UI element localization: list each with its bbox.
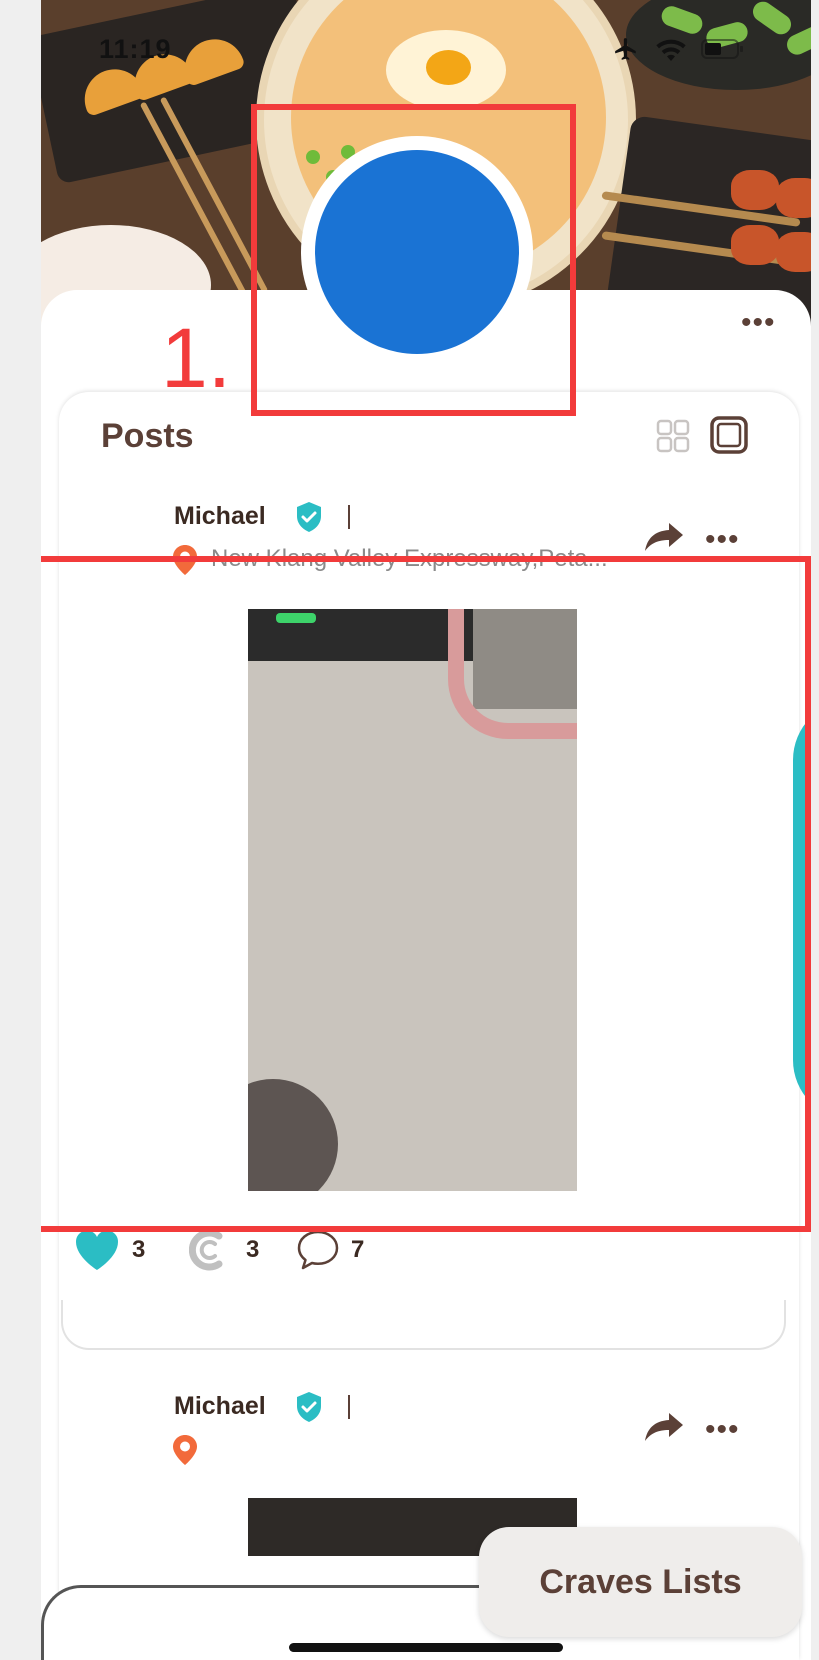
verified-badge-icon [297,502,321,532]
status-icons [611,36,745,62]
annotation-box-post [41,556,811,1232]
airplane-icon [615,38,636,60]
author-divider [348,1395,350,1419]
annotation-box-avatar [251,104,576,416]
post-author-name[interactable]: Michael [174,502,266,531]
single-view-icon[interactable] [709,415,749,455]
annotation-label: 1. [161,311,232,405]
like-count: 3 [132,1236,146,1263]
craves-lists-button[interactable]: Craves Lists [479,1527,802,1637]
post-author-name[interactable]: Michael [174,1392,266,1421]
location-pin-icon [173,1435,197,1465]
comment-count: 7 [351,1236,365,1263]
grid-view-icon[interactable] [655,418,691,454]
share-icon[interactable] [643,1410,685,1444]
crave-icon[interactable] [189,1228,229,1272]
verified-badge-icon [297,1392,321,1422]
comment-icon[interactable] [295,1228,341,1272]
share-icon[interactable] [643,520,685,554]
posts-title: Posts [101,417,194,455]
app-screen: 11:19 ••• Posts Michael New Klang Valley… [41,0,811,1660]
like-icon[interactable] [73,1228,121,1272]
post-more-icon[interactable]: ••• [705,1415,740,1445]
home-indicator [289,1643,563,1652]
post-more-icon[interactable]: ••• [705,525,740,555]
author-divider [348,505,350,529]
more-options-icon[interactable]: ••• [741,308,776,338]
status-time: 11:19 [99,34,172,64]
crave-count: 3 [246,1236,260,1263]
battery-icon [701,39,743,59]
post-card-bottom [61,1300,786,1350]
wifi-icon [656,39,686,61]
